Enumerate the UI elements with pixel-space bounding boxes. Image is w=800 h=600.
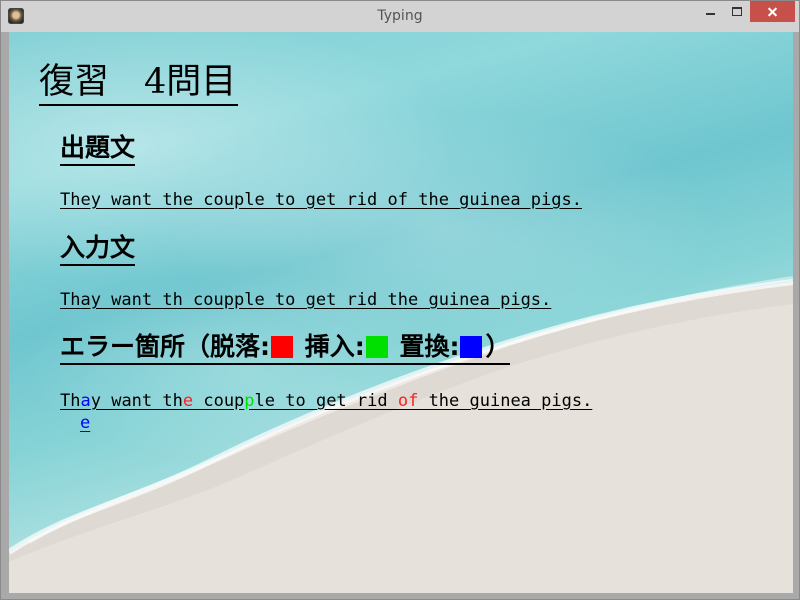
- text-segment: coup: [193, 391, 245, 411]
- deletion-color-swatch: [271, 336, 293, 358]
- app-window: Typing 復習 4問目 出題文 They want the couple t…: [0, 0, 800, 600]
- minimize-button[interactable]: [697, 1, 724, 22]
- text-segment: le to get rid: [254, 391, 398, 411]
- title-bar[interactable]: Typing: [1, 1, 799, 32]
- insertion-label: 挿入:: [304, 332, 365, 361]
- problem-sentence: They want the couple to get rid of the g…: [60, 190, 582, 210]
- maximize-button[interactable]: [724, 1, 750, 22]
- inserted-char: p: [244, 391, 255, 411]
- input-heading: 入力文: [60, 232, 136, 266]
- error-heading-close: ）: [485, 332, 511, 361]
- content-area: 復習 4問目 出題文 They want the couple to get r…: [9, 32, 793, 593]
- window-title: Typing: [377, 8, 423, 24]
- insertion-color-swatch: [365, 336, 388, 358]
- page-title: 復習 4問目: [39, 60, 239, 106]
- text-segment: the guinea pigs.: [428, 391, 593, 411]
- text-segment: Th: [60, 391, 81, 411]
- deleted-char: e: [182, 391, 194, 411]
- replaced-char: a: [80, 391, 91, 411]
- replacement-label: 置換:: [399, 332, 460, 361]
- replacement-color-swatch: [460, 336, 483, 358]
- input-sentence: Thay want th coupple to get rid the guin…: [60, 290, 552, 310]
- close-button[interactable]: [750, 1, 795, 22]
- text-segment: y want th: [90, 391, 183, 411]
- error-sentence: Thay want the coupple to get rid of the …: [60, 390, 592, 412]
- review-panel: 復習 4問目 出題文 They want the couple to get r…: [9, 32, 793, 593]
- deleted-word: of: [397, 391, 429, 411]
- error-heading-label: エラー箇所（脱落:: [60, 332, 270, 361]
- replacement-correction: e: [80, 413, 91, 433]
- error-heading: エラー箇所（脱落: 挿入: 置換: ）: [60, 331, 511, 365]
- problem-heading: 出題文: [60, 132, 136, 166]
